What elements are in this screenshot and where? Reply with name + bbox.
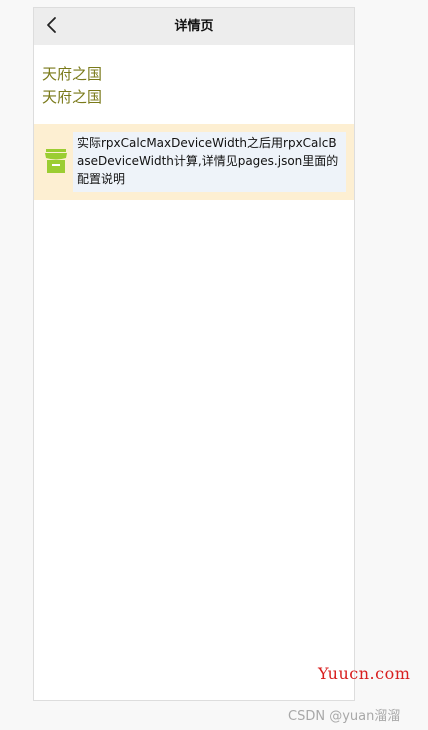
headline-line-2: 天府之国 [42, 88, 103, 106]
site-watermark: Yuucn.com [318, 664, 411, 683]
page-title: 详情页 [174, 19, 214, 34]
navigation-bar: 详情页 [34, 8, 354, 45]
notice-strip: 实际rpxCalcMaxDeviceWidth之后用rpxCalcBaseDev… [34, 124, 354, 200]
notice-text: 实际rpxCalcMaxDeviceWidth之后用rpxCalcBaseDev… [77, 136, 339, 186]
shop-icon [45, 149, 67, 173]
headline-line-1: 天府之国 [42, 65, 103, 83]
credit-watermark: CSDN @yuan溜溜 [288, 709, 401, 724]
phone-frame: 详情页 天府之国 天府之国 实际rpxCalcMaxDeviceWidth之后用… [33, 7, 355, 701]
notice-message: 实际rpxCalcMaxDeviceWidth之后用rpxCalcBaseDev… [73, 132, 346, 192]
